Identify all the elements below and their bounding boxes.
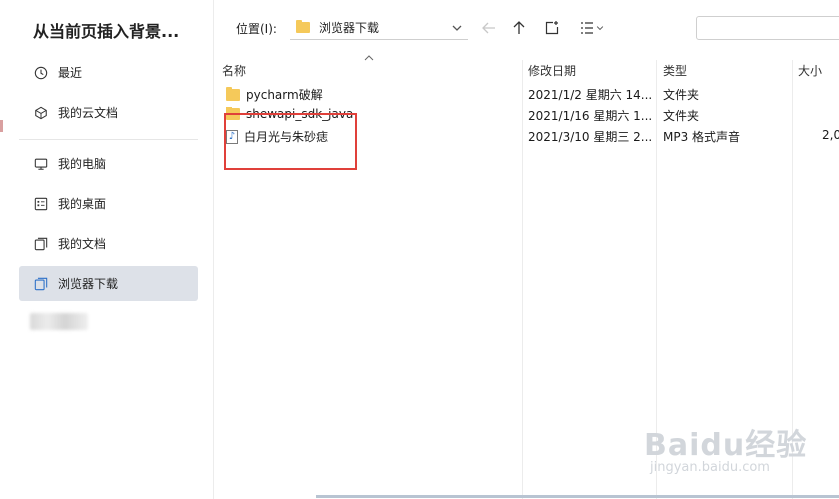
sort-ascending-icon	[364, 55, 374, 61]
toolbar: 位置(I): 浏览器下载	[214, 0, 839, 56]
sidebar-item-label: 最近	[58, 66, 83, 80]
column-header-size-label: 大小	[798, 64, 823, 78]
list-view-icon	[581, 22, 593, 34]
download-folder-icon	[33, 276, 49, 292]
watermark-url: jingyan.baidu.com	[650, 460, 770, 475]
file-date: 2021/3/10 星期三 2...	[528, 130, 653, 144]
computer-icon	[33, 156, 49, 172]
search-input[interactable]	[707, 21, 839, 35]
column-header-name[interactable]: 名称	[222, 62, 246, 79]
location-value: 浏览器下载	[319, 21, 380, 35]
sidebar-item-my-computer[interactable]: 我的电脑	[19, 146, 198, 181]
location-label: 位置(I):	[236, 22, 277, 36]
new-folder-icon	[545, 21, 559, 35]
location-dropdown[interactable]: 浏览器下载	[290, 16, 468, 40]
column-header-type[interactable]: 类型	[663, 62, 687, 79]
desktop-icon	[33, 196, 49, 212]
clock-icon	[33, 65, 49, 81]
sidebar-divider	[19, 139, 198, 140]
documents-icon	[33, 236, 49, 252]
file-type: MP3 格式声音	[663, 130, 741, 144]
watermark: Baidu经验 jingyan.baidu.com	[644, 420, 808, 486]
bottom-edge-line	[316, 495, 839, 498]
arrow-up-icon	[513, 21, 525, 34]
arrow-left-icon	[482, 22, 495, 34]
file-name-cell: pycharm破解	[226, 86, 516, 103]
folder-icon	[226, 86, 240, 101]
file-type: 文件夹	[663, 88, 700, 102]
file-type: 文件夹	[663, 109, 700, 123]
sidebar-item-cloud-docs[interactable]: 我的云文档	[19, 95, 198, 130]
column-header-size[interactable]: 大小	[798, 62, 822, 79]
view-mode-button[interactable]	[576, 16, 608, 40]
sidebar-item-label: 我的电脑	[58, 157, 107, 171]
search-box[interactable]	[696, 16, 839, 40]
sidebar-item-label: 我的桌面	[58, 197, 107, 211]
folder-icon	[296, 20, 310, 33]
chevron-down-icon	[596, 26, 604, 31]
sidebar-item-label: 浏览器下载	[58, 277, 119, 291]
cloud-doc-icon	[33, 105, 49, 121]
sidebar-item-desktop[interactable]: 我的桌面	[19, 186, 198, 221]
sidebar-item-recent[interactable]: 最近	[19, 55, 198, 90]
sidebar-item-label: 我的文档	[58, 237, 107, 251]
sidebar-item-label: 我的云文档	[58, 106, 119, 120]
column-header-name-label: 名称	[222, 64, 247, 78]
file-date: 2021/1/2 星期六 14...	[528, 88, 653, 102]
new-folder-button[interactable]	[541, 16, 563, 40]
dialog-title: 从当前页插入背景...	[33, 22, 180, 41]
sidebar-item-documents[interactable]: 我的文档	[19, 226, 198, 261]
redacted-sidebar-item	[30, 313, 88, 330]
highlight-annotation-box	[224, 113, 357, 170]
file-name: pycharm破解	[246, 88, 323, 102]
sidebar-item-browser-downloads[interactable]: 浏览器下载	[19, 266, 198, 301]
watermark-logo: Baidu经验	[644, 428, 808, 463]
file-size: 2,0	[822, 128, 839, 142]
column-header-date-label: 修改日期	[528, 64, 577, 78]
column-header-type-label: 类型	[663, 64, 688, 78]
file-row[interactable]: pycharm破解 2021/1/2 星期六 14... 文件夹	[222, 84, 839, 105]
window-edge-mark	[0, 120, 3, 132]
chevron-down-icon	[452, 25, 462, 31]
column-header-date[interactable]: 修改日期	[528, 62, 576, 79]
back-button[interactable]	[478, 16, 500, 40]
up-folder-button[interactable]	[508, 16, 530, 40]
file-date: 2021/1/16 星期六 1...	[528, 109, 653, 123]
file-open-dialog: 从当前页插入背景... 最近 我的云文档 我的电脑 我的桌面 我的文档 浏览器下…	[0, 0, 839, 499]
sidebar: 从当前页插入背景... 最近 我的云文档 我的电脑 我的桌面 我的文档 浏览器下…	[0, 0, 214, 499]
